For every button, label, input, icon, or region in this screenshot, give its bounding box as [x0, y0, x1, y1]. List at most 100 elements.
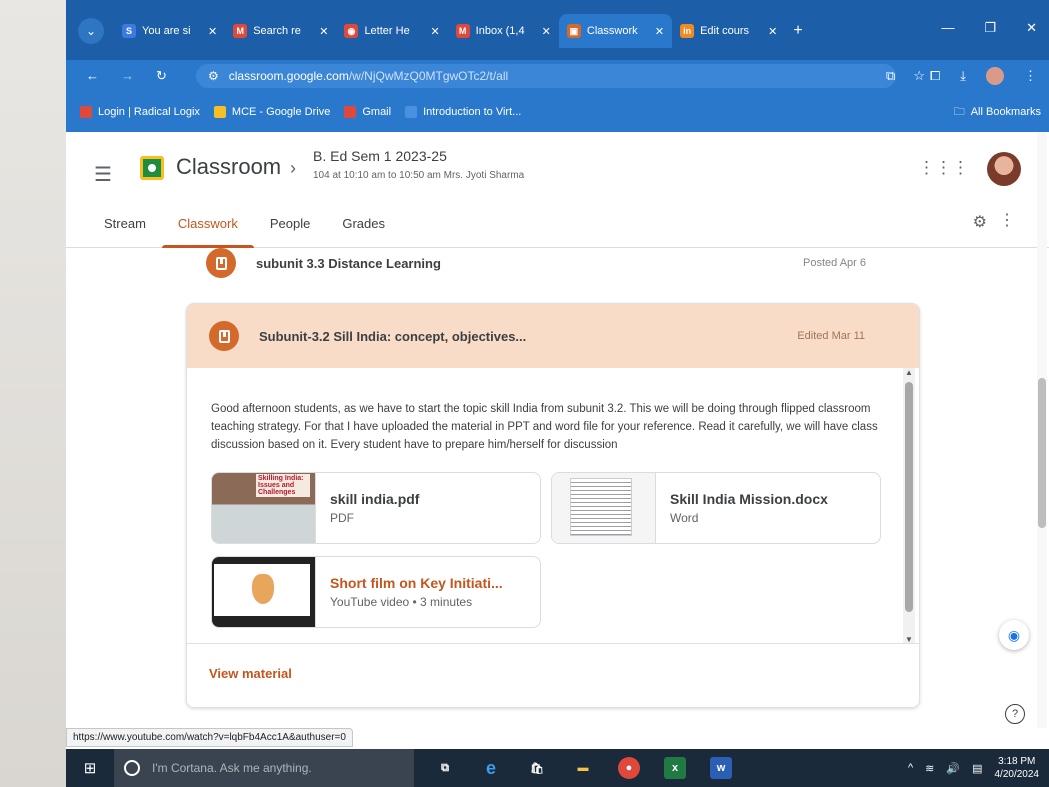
tab-classwork[interactable]: Classwork: [161, 216, 254, 248]
item-date: Posted Apr 6: [803, 257, 866, 269]
store-icon[interactable]: 🛍: [526, 757, 548, 779]
gmail-icon: [344, 106, 357, 118]
tab-people[interactable]: People: [254, 216, 326, 248]
attachment-docx[interactable]: Skill India Mission.docx Word: [551, 472, 881, 544]
bookmark-item[interactable]: Login | Radical Logix: [80, 106, 200, 118]
help-icon[interactable]: ?: [1005, 704, 1025, 724]
windows-start-icon[interactable]: ⊞: [66, 759, 114, 777]
bookmark-item[interactable]: Introduction to Virt...: [405, 106, 521, 118]
cast-icon[interactable]: ⧉: [886, 68, 895, 84]
material-card: Subunit-3.2 Sill India: concept, objecti…: [186, 303, 920, 708]
material-date: Edited Mar 11: [797, 330, 865, 342]
gmail-icon: M: [233, 24, 248, 38]
hamburger-menu-icon[interactable]: ☰: [94, 162, 112, 187]
attachment-type: Word: [670, 511, 699, 525]
scroll-up-icon[interactable]: ▲: [905, 368, 913, 377]
classroom-logo-icon[interactable]: [140, 156, 164, 180]
chevron-up-icon[interactable]: ^: [908, 762, 913, 774]
classwork-content: subunit 3.3 Distance Learning Posted Apr…: [66, 248, 1049, 728]
status-url: https://www.youtube.com/watch?v=lqbFb4Ac…: [66, 728, 353, 747]
close-icon[interactable]: ✕: [430, 25, 439, 38]
view-material-link[interactable]: View material: [209, 666, 292, 681]
gear-icon[interactable]: ⚙: [973, 212, 987, 232]
classroom-header: ☰ Classroom › B. Ed Sem 1 2023-25 104 at…: [66, 132, 1049, 248]
drive-icon: [213, 106, 226, 118]
notification-icon[interactable]: ▤: [972, 762, 982, 775]
word-icon[interactable]: w: [710, 757, 732, 779]
taskbar-clock[interactable]: 3:18 PM 4/20/2024: [995, 755, 1040, 781]
tab-grades[interactable]: Grades: [326, 216, 401, 248]
tab-search-icon[interactable]: ⌄: [78, 18, 104, 44]
google-apps-icon[interactable]: ⋮⋮⋮: [918, 158, 969, 178]
cortana-search[interactable]: I'm Cortana. Ask me anything.: [114, 749, 414, 787]
bookmark-star-icon[interactable]: ☆: [913, 68, 925, 84]
edge-icon[interactable]: e: [480, 757, 502, 779]
attachment-pdf[interactable]: Skilling India: Issues and Challenges sk…: [211, 472, 541, 544]
tab-title: Search re: [253, 25, 301, 37]
browser-tab-active[interactable]: ▣ Classwork ✕: [558, 14, 673, 48]
avatar[interactable]: [987, 152, 1021, 186]
task-view-icon[interactable]: ⧉: [434, 757, 456, 779]
chevron-right-icon: ›: [290, 158, 296, 178]
windows-taskbar: ⊞ I'm Cortana. Ask me anything. ⧉ e 🛍 ▬ …: [66, 749, 1049, 787]
bookmark-item[interactable]: Gmail: [344, 106, 391, 118]
card-scrollbar[interactable]: ▲ ▼: [903, 368, 915, 644]
material-card-footer: View material: [187, 643, 919, 707]
chrome-icon[interactable]: ●: [618, 757, 640, 779]
close-icon[interactable]: ✕: [208, 25, 217, 38]
back-icon[interactable]: ←: [86, 68, 99, 84]
material-title: Subunit-3.2 Sill India: concept, objecti…: [259, 328, 527, 344]
tab-stream[interactable]: Stream: [88, 216, 162, 248]
forward-icon[interactable]: →: [121, 68, 134, 84]
close-icon[interactable]: ✕: [655, 25, 664, 38]
close-icon[interactable]: ✕: [768, 25, 777, 38]
browser-tab-strip: ⌄ S You are si ✕ M Search re ✕ ◉ Letter …: [66, 0, 1049, 60]
clock-date: 4/20/2024: [994, 769, 1040, 780]
material-description: Good afternoon students, as we have to s…: [211, 403, 878, 451]
more-vert-icon[interactable]: ⋮: [999, 210, 1015, 230]
excel-icon[interactable]: x: [664, 757, 686, 779]
extensions-icon[interactable]: ⧠: [930, 68, 940, 84]
menu-dots-icon[interactable]: ⋮: [1024, 68, 1037, 84]
bookmark-item[interactable]: MCE - Google Drive: [213, 106, 330, 118]
attachment-thumbnail: [552, 473, 656, 543]
scrollbar-thumb[interactable]: [1038, 378, 1046, 528]
url-input[interactable]: ⚙ classroom.google.com/w/NjQwMzQ0MTgwOTc…: [196, 64, 896, 88]
video-thumbnail: [212, 557, 316, 627]
page-scrollbar[interactable]: [1037, 132, 1047, 728]
tab-favicon-icon: S: [122, 24, 136, 38]
scrollbar-thumb[interactable]: [905, 382, 913, 612]
cortana-placeholder: I'm Cortana. Ask me anything.: [152, 761, 312, 775]
volume-icon[interactable]: 🔊: [946, 762, 960, 775]
file-explorer-icon[interactable]: ▬: [572, 757, 594, 779]
profile-avatar[interactable]: [986, 67, 1004, 85]
close-icon[interactable]: ✕: [542, 25, 551, 38]
app-title[interactable]: Classroom: [176, 154, 281, 180]
course-nav-tabs: Stream Classwork People Grades: [88, 216, 401, 248]
browser-tab[interactable]: M Inbox (1,4 ✕: [448, 14, 559, 48]
cortana-icon: [124, 760, 140, 776]
reload-icon[interactable]: ↻: [156, 68, 167, 84]
new-tab-icon[interactable]: +: [793, 22, 802, 40]
list-item[interactable]: subunit 3.3 Distance Learning Posted Apr…: [206, 248, 866, 278]
minimize-icon[interactable]: —: [941, 20, 954, 36]
close-window-icon[interactable]: ✕: [1026, 20, 1037, 36]
course-title[interactable]: B. Ed Sem 1 2023-25: [313, 148, 447, 164]
attachment-youtube[interactable]: Short film on Key Initiati... YouTube vi…: [211, 556, 541, 628]
attachment-type: PDF: [330, 511, 354, 525]
browser-tab[interactable]: in Edit cours ✕: [672, 14, 785, 48]
bookmark-label: Login | Radical Logix: [98, 106, 200, 118]
download-icon[interactable]: ⤓: [960, 68, 966, 84]
close-icon[interactable]: ✕: [319, 25, 328, 38]
browser-tab[interactable]: ◉ Letter He ✕: [336, 14, 447, 48]
extension-fab-icon[interactable]: ◉: [999, 620, 1029, 650]
network-icon[interactable]: ≋: [925, 762, 934, 775]
browser-tab[interactable]: S You are si ✕: [114, 14, 225, 48]
browser-tab[interactable]: M Search re ✕: [225, 14, 336, 48]
restore-icon[interactable]: ❐: [984, 20, 996, 36]
material-card-header[interactable]: Subunit-3.2 Sill India: concept, objecti…: [187, 304, 919, 368]
gmail-icon: M: [455, 24, 470, 38]
all-bookmarks[interactable]: 🗀 All Bookmarks: [954, 103, 1041, 122]
site-info-icon[interactable]: ⚙: [208, 69, 219, 83]
material-icon: [209, 321, 239, 351]
